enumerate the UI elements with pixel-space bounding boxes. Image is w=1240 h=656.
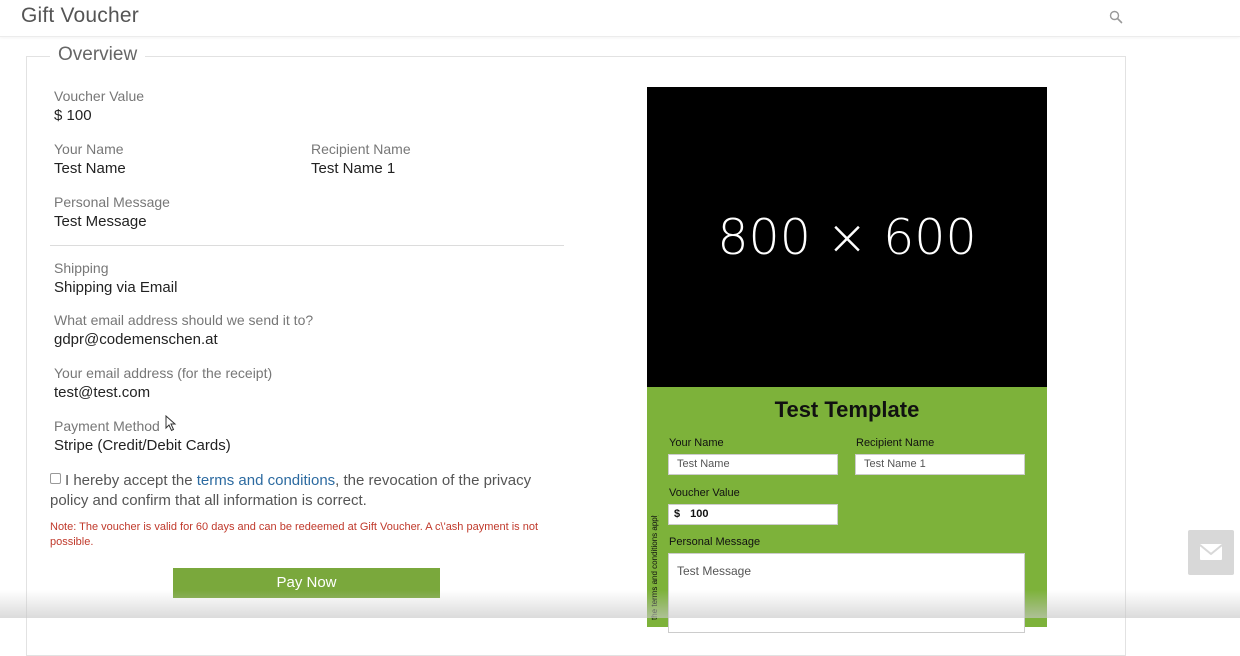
template-voucher-value-field: $100 [668,504,838,525]
template-title: Test Template [774,397,920,422]
template-your-name-field: Test Name [668,454,838,475]
voucher-template-preview: Test Template Your Name Test Name Recipi… [647,387,1047,633]
template-voucher-value-label: Voucher Value [669,487,740,499]
send-email-value: gdpr@codemenschen.at [54,331,218,348]
template-recipient-name-label: Recipient Name [856,437,935,449]
personal-message-value: Test Message [54,213,147,230]
template-personal-message-label: Personal Message [669,536,761,548]
validity-note: Note: The voucher is valid for 60 days a… [50,521,539,548]
preview-image-placeholder: 800 × 600 [647,87,1047,387]
shipping-label: Shipping [54,260,109,276]
overview-legend: Overview [50,44,146,66]
page-title: Gift Voucher [21,4,139,27]
top-bar: Gift Voucher [0,0,1240,37]
consent-text: I hereby accept the terms and conditions… [50,471,560,511]
recipient-name-label: Recipient Name [311,141,411,157]
payment-method-label: Payment Method [54,418,160,434]
terms-link[interactable]: terms and conditions [197,472,335,489]
divider [50,245,564,246]
payment-method-value: Stripe (Credit/Debit Cards) [54,437,231,454]
mouse-cursor-icon [165,415,177,432]
recipient-name-value: Test Name 1 [311,160,396,177]
chat-widget-button[interactable] [1188,530,1234,575]
voucher-value-label: Voucher Value [54,88,145,104]
template-personal-message-field: Test Message [668,553,1025,633]
consent-prefix: I hereby accept the [65,472,197,489]
your-name-value: Test Name [54,160,126,177]
template-recipient-name-field: Test Name 1 [855,454,1025,475]
consent-checkbox[interactable] [50,473,61,484]
receipt-email-value: test@test.com [54,384,151,401]
template-your-name-label: Your Name [669,437,724,449]
shipping-value: Shipping via Email [54,279,178,296]
receipt-email-label: Your email address (for the receipt) [54,365,273,381]
personal-message-label: Personal Message [54,194,170,210]
voucher-value: $ 100 [54,107,92,124]
search-icon[interactable] [1109,10,1123,24]
your-name-label: Your Name [54,141,124,157]
send-email-label: What email address should we send it to? [54,312,314,328]
template-currency: $ [674,508,681,520]
template-terms-vertical-text: the terms and conditions apply [650,515,659,620]
mail-icon [1199,544,1223,560]
pay-now-button[interactable]: Pay Now [173,568,440,598]
template-voucher-amount: 100 [690,508,709,520]
